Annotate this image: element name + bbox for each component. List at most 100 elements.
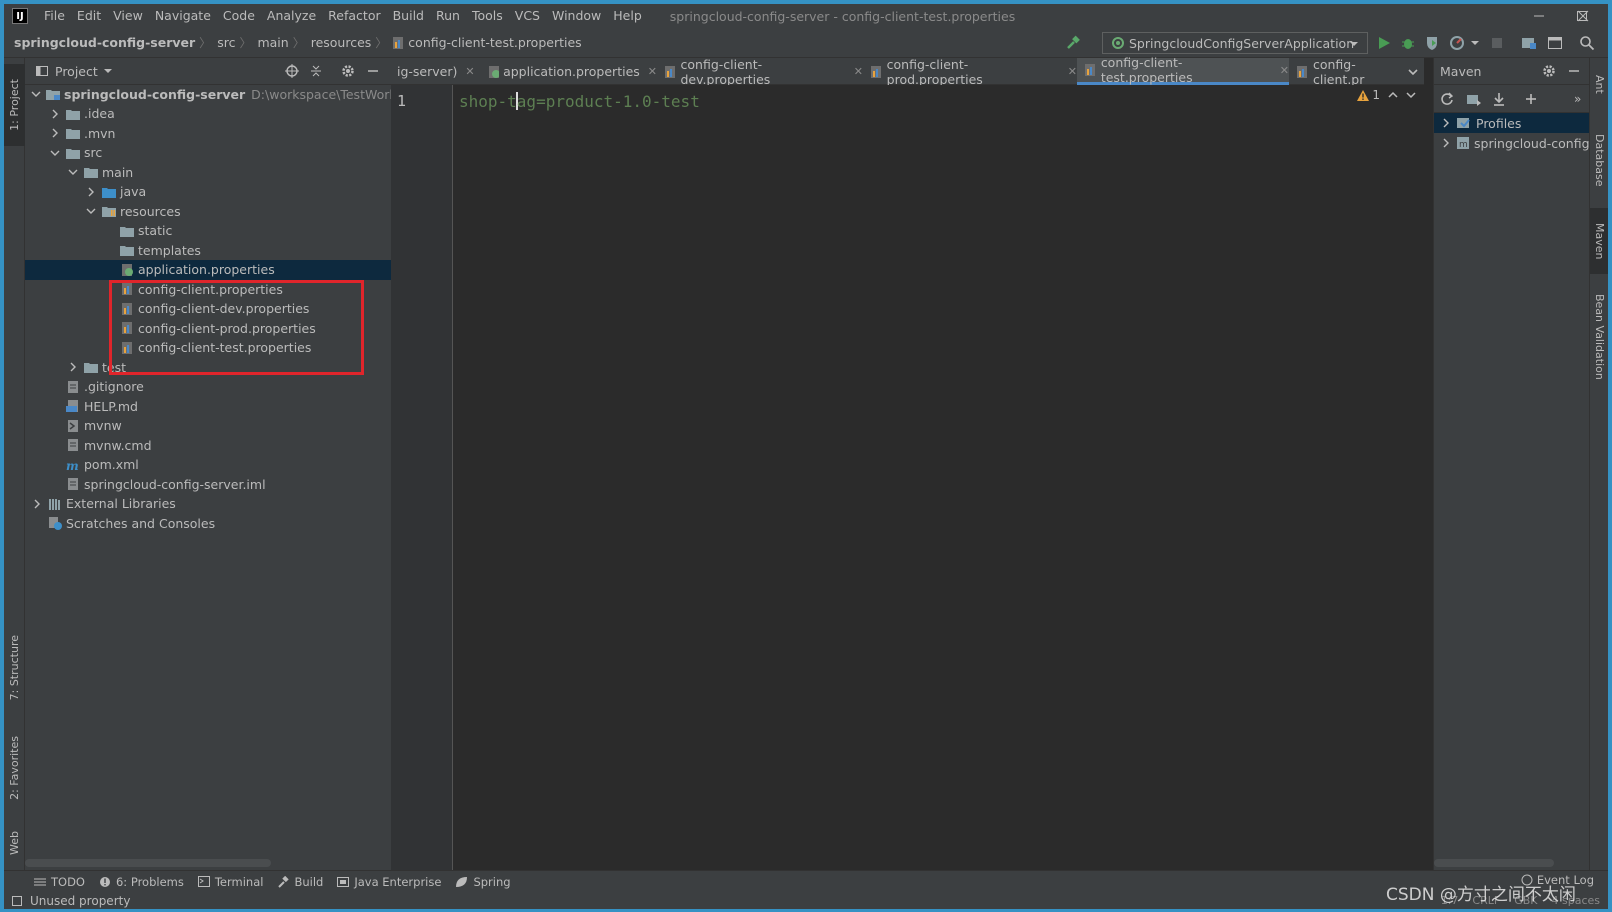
code-line-1[interactable]: shop-tag=product-1.0-test <box>459 92 700 111</box>
tree-item[interactable]: mvnw <box>25 416 391 436</box>
maven-project-root[interactable]: m springcloud-config <box>1434 133 1590 153</box>
expand-toggle[interactable] <box>49 147 61 159</box>
profile-button[interactable] <box>1448 34 1466 52</box>
tree-item[interactable]: templates <box>25 240 391 260</box>
tool-problems[interactable]: 6: Problems <box>99 875 184 889</box>
collapse-all-icon[interactable] <box>309 64 323 78</box>
expand-toggle[interactable] <box>85 205 97 217</box>
breadcrumb-project[interactable]: springcloud-config-server <box>4 35 195 50</box>
gear-icon[interactable] <box>341 64 355 78</box>
gear-icon[interactable] <box>1542 64 1556 78</box>
expand-toggle[interactable] <box>67 361 79 373</box>
tool-tab-structure[interactable]: 7: Structure <box>4 618 25 718</box>
build-hammer-button[interactable] <box>1064 34 1082 52</box>
tree-item[interactable]: main <box>25 162 391 182</box>
breadcrumb-resources[interactable]: resources <box>305 35 372 50</box>
code-editor[interactable]: shop-tag=product-1.0-test 1 <box>453 85 1424 870</box>
horizontal-scrollbar[interactable] <box>1434 859 1554 867</box>
expand-toggle[interactable] <box>49 127 61 139</box>
locate-file-icon[interactable] <box>285 64 299 78</box>
expand-toggle[interactable] <box>49 108 61 120</box>
expand-toggle[interactable] <box>67 166 79 178</box>
expand-toggle[interactable] <box>85 186 97 198</box>
tab-config-client-prod[interactable]: config-client-prod.properties ✕ <box>863 57 1077 87</box>
download-icon[interactable] <box>1492 92 1506 106</box>
menu-build[interactable]: Build <box>387 4 430 28</box>
status-toggle-icon[interactable] <box>12 895 22 906</box>
tree-item[interactable]: Scratches and Consoles <box>25 513 391 533</box>
hide-panel-icon[interactable] <box>1568 65 1580 77</box>
tab-config-client-dev[interactable]: config-client-dev.properties ✕ <box>657 57 863 87</box>
menu-navigate[interactable]: Navigate <box>149 4 217 28</box>
tree-item[interactable]: springcloud-config-server D:\workspace\Te… <box>25 84 411 104</box>
tree-item[interactable]: mvnw.cmd <box>25 435 391 455</box>
menu-code[interactable]: Code <box>217 4 261 28</box>
tool-tab-bean-validation[interactable]: Bean Validation <box>1590 282 1609 392</box>
tree-item[interactable]: .gitignore <box>25 377 391 397</box>
hide-panel-icon[interactable] <box>367 65 379 77</box>
tree-item[interactable]: HELP.md <box>25 396 391 416</box>
tree-item[interactable]: src <box>25 143 391 163</box>
chevron-down-icon[interactable] <box>103 66 113 76</box>
profile-dropdown-button[interactable] <box>1466 34 1484 52</box>
tree-item[interactable]: application.properties <box>25 259 391 280</box>
minimize-button[interactable] <box>1516 4 1562 28</box>
tree-item[interactable]: resources <box>25 201 391 221</box>
close-window-button[interactable] <box>1560 4 1606 28</box>
breadcrumb-main[interactable]: main <box>251 35 288 50</box>
menu-window[interactable]: Window <box>546 4 607 28</box>
tool-spring[interactable]: Spring <box>455 875 511 889</box>
tree-item[interactable]: java <box>25 182 391 202</box>
tree-item[interactable]: springcloud-config-server.iml <box>25 474 391 494</box>
menu-tools[interactable]: Tools <box>466 4 509 28</box>
maven-profiles[interactable]: Profiles <box>1434 113 1590 133</box>
menu-edit[interactable]: Edit <box>71 4 107 28</box>
debug-button[interactable] <box>1399 34 1417 52</box>
horizontal-scrollbar[interactable] <box>25 859 271 867</box>
run-with-coverage-button[interactable] <box>1423 34 1441 52</box>
tool-tab-favorites[interactable]: 2: Favorites <box>4 718 25 818</box>
expand-toggle[interactable] <box>31 88 41 100</box>
expand-toggle[interactable] <box>31 498 43 510</box>
menu-help[interactable]: Help <box>607 4 648 28</box>
tool-tab-project[interactable]: 1: Project <box>4 64 25 146</box>
menu-vcs[interactable]: VCS <box>509 4 546 28</box>
tree-item[interactable]: static <box>25 221 391 241</box>
close-tab-icon[interactable]: ✕ <box>648 65 657 78</box>
close-tab-icon[interactable]: ✕ <box>1280 64 1289 77</box>
generate-sources-icon[interactable] <box>1466 92 1482 106</box>
menu-run[interactable]: Run <box>430 4 466 28</box>
tool-tab-maven[interactable]: Maven <box>1590 208 1609 274</box>
tool-tab-web[interactable]: Web <box>4 818 25 868</box>
toggle-window-button[interactable] <box>1546 34 1564 52</box>
add-icon[interactable] <box>1524 92 1538 106</box>
project-panel-title[interactable]: Project <box>55 64 98 79</box>
tree-item[interactable]: m pom.xml <box>25 455 391 475</box>
breadcrumb-file[interactable]: config-client-test.properties <box>405 35 581 50</box>
tab-application-properties[interactable]: application.properties ✕ <box>481 58 657 85</box>
tree-item[interactable]: External Libraries <box>25 494 391 514</box>
tab-config-client-test[interactable]: config-client-test.properties ✕ <box>1077 55 1289 85</box>
tool-tab-database[interactable]: Database <box>1590 120 1609 200</box>
tool-terminal[interactable]: Terminal <box>197 875 263 889</box>
run-configuration-dropdown[interactable]: SpringcloudConfigServerApplication <box>1102 32 1368 54</box>
menu-view[interactable]: View <box>107 4 149 28</box>
project-structure-button[interactable] <box>1520 34 1538 52</box>
menu-refactor[interactable]: Refactor <box>322 4 386 28</box>
tool-tab-ant[interactable]: Ant <box>1590 62 1609 106</box>
run-button[interactable] <box>1375 34 1393 52</box>
breadcrumb-src[interactable]: src <box>211 35 235 50</box>
tab-list-dropdown-icon[interactable] <box>1407 66 1419 78</box>
more-actions-icon[interactable]: » <box>1574 92 1581 106</box>
reload-icon[interactable] <box>1440 92 1454 106</box>
tab-config-client[interactable]: config-client.pr <box>1289 57 1407 87</box>
close-tab-icon[interactable]: ✕ <box>854 65 863 78</box>
tool-java-enterprise[interactable]: Java Enterprise <box>337 875 441 889</box>
tab-config-server[interactable]: ig-server) ✕ <box>391 58 481 85</box>
inspection-widget[interactable]: 1 <box>1356 88 1416 102</box>
menu-file[interactable]: File <box>38 4 71 28</box>
tree-item[interactable]: .idea <box>25 104 391 124</box>
tree-item[interactable]: .mvn <box>25 123 391 143</box>
stop-button[interactable] <box>1488 34 1506 52</box>
close-tab-icon[interactable]: ✕ <box>1068 65 1077 78</box>
